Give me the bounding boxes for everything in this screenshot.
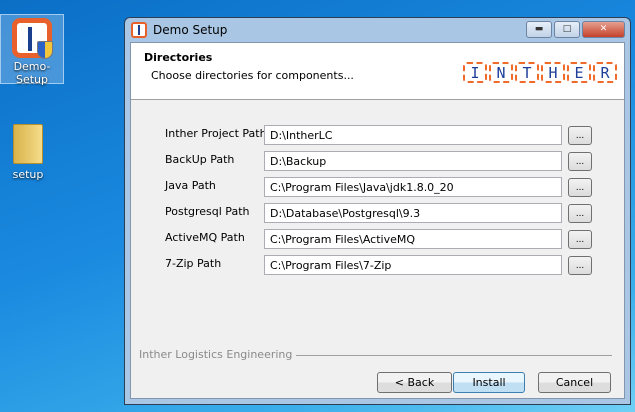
field-label: 7-Zip Path (165, 257, 222, 270)
page-title: Directories (144, 51, 213, 64)
desktop-icon-setup[interactable]: setup (0, 120, 56, 181)
close-icon: ✕ (599, 24, 608, 34)
maximize-button[interactable]: □ (554, 20, 580, 38)
java-path-input[interactable] (264, 177, 562, 197)
cancel-button[interactable]: Cancel (538, 372, 611, 393)
browse-button[interactable]: ... (568, 230, 592, 249)
page-subtitle: Choose directories for components... (151, 69, 354, 82)
folder-icon (13, 124, 43, 164)
browse-button[interactable]: ... (568, 178, 592, 197)
field-row-7zip: 7-Zip Path ... (160, 255, 620, 275)
field-label: Postgresql Path (165, 205, 250, 218)
setup-window: Demo Setup ▬ □ ✕ Directories Choose dire… (124, 17, 631, 405)
logo-letter: I (463, 62, 487, 83)
minimize-button[interactable]: ▬ (526, 20, 552, 38)
activemq-path-input[interactable] (264, 229, 562, 249)
app-icon (131, 22, 147, 38)
logo-letter: R (593, 62, 617, 83)
browse-button[interactable]: ... (568, 126, 592, 145)
field-label: Inther Project Path (165, 127, 267, 140)
logo-letter: N (489, 62, 513, 83)
close-button[interactable]: ✕ (582, 20, 625, 38)
maximize-icon: □ (562, 24, 572, 34)
brand-label: Inther Logistics Engineering (139, 348, 297, 361)
browse-button[interactable]: ... (568, 152, 592, 171)
field-row-postgresql: Postgresql Path ... (160, 203, 620, 223)
desktop-icon-label: Demo-Setup (13, 60, 51, 86)
browse-button[interactable]: ... (568, 204, 592, 223)
field-row-backup: BackUp Path ... (160, 151, 620, 171)
logo-letter: H (541, 62, 565, 83)
desktop-icon-label: setup (12, 168, 44, 181)
field-row-activemq: ActiveMQ Path ... (160, 229, 620, 249)
backup-path-input[interactable] (264, 151, 562, 171)
logo-letter: T (515, 62, 539, 83)
field-row-inther-project: Inther Project Path ... (160, 125, 620, 145)
minimize-icon: ▬ (534, 24, 544, 34)
logo-letter: E (567, 62, 591, 83)
field-label: ActiveMQ Path (165, 231, 245, 244)
field-row-java: Java Path ... (160, 177, 620, 197)
postgresql-path-input[interactable] (264, 203, 562, 223)
field-label: Java Path (165, 179, 216, 192)
window-title: Demo Setup (153, 23, 228, 37)
back-button[interactable]: < Back (377, 372, 452, 393)
field-label: BackUp Path (165, 153, 235, 166)
7zip-path-input[interactable] (264, 255, 562, 275)
inther-logo: I N T H E R (463, 62, 617, 83)
inther-project-path-input[interactable] (264, 125, 562, 145)
dialog-client: Directories Choose directories for compo… (130, 42, 625, 399)
browse-button[interactable]: ... (568, 256, 592, 275)
desktop-icon-demo-setup[interactable]: Demo-Setup (0, 14, 64, 86)
title-bar[interactable]: Demo Setup ▬ □ ✕ (130, 18, 625, 42)
install-button[interactable]: Install (453, 372, 525, 393)
installer-shield-icon (12, 18, 53, 59)
wizard-header: Directories Choose directories for compo… (131, 43, 624, 100)
